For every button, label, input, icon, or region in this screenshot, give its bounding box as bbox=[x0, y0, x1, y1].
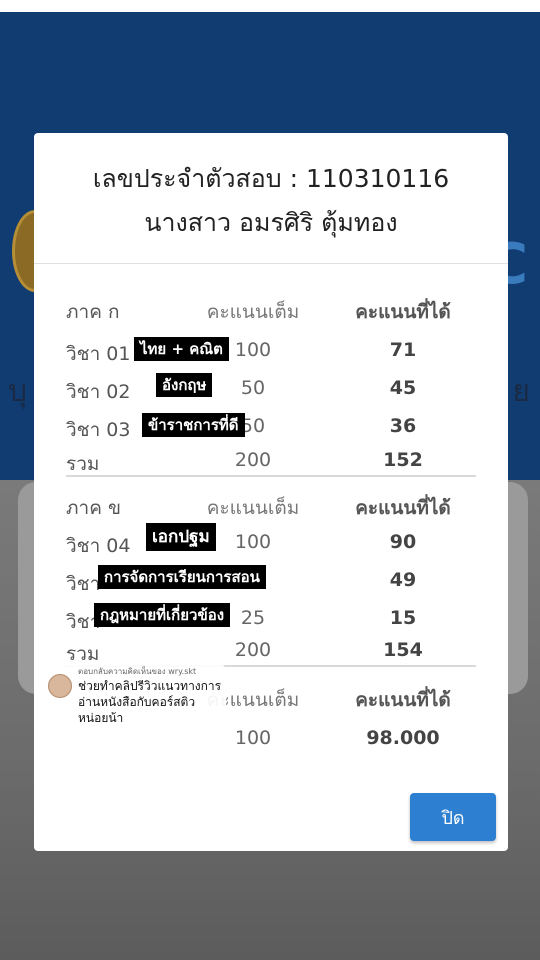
section-b-label: ภาค ข bbox=[66, 497, 121, 519]
total-full-score: 200 bbox=[234, 449, 272, 471]
obtained-score-header: คะแนนที่ได้ bbox=[355, 301, 451, 323]
status-bar bbox=[0, 0, 540, 12]
dialog-header: เลขประจำตัวสอบ : 110310116 นางสาว อมรศิร… bbox=[34, 133, 508, 264]
obtained-score: 90 bbox=[389, 531, 417, 553]
redaction-label: เอกปฐม bbox=[146, 523, 216, 551]
background-text-right: ย bbox=[512, 374, 530, 409]
obtained-score: 71 bbox=[389, 339, 417, 361]
exam-id: เลขประจำตัวสอบ : 110310116 bbox=[92, 164, 450, 193]
redaction-label: ข้าราชการที่ดี bbox=[142, 413, 245, 437]
table-row: วิชา 02 50 45 bbox=[66, 373, 476, 405]
redaction-label: อังกฤษ bbox=[156, 373, 213, 397]
table-row: วิชา 04 100 90 bbox=[66, 527, 476, 559]
total-obtained-score: 154 bbox=[383, 639, 423, 661]
obtained-score: 36 bbox=[389, 415, 417, 437]
close-button[interactable]: ปิด bbox=[410, 793, 496, 841]
section-divider bbox=[66, 475, 476, 477]
comment-reply-sticker: ตอบกลับความคิดเห็นของ wry.skt ช่วยทำคลิป… bbox=[40, 662, 226, 744]
subject-label: วิชา 02 bbox=[66, 381, 131, 403]
candidate-name: นางสาว อมรศิริ ตุ้มทอง bbox=[144, 208, 398, 237]
table-row: วิชา 03 50 36 bbox=[66, 411, 476, 443]
subject-label: วิชา 03 bbox=[66, 419, 131, 441]
background-text-left: บุ bbox=[8, 374, 28, 409]
total-row: รวม 200 152 bbox=[66, 445, 476, 477]
full-score-header: คะแนนเต็ม bbox=[206, 497, 300, 519]
table-row: วิชา 01 100 71 bbox=[66, 335, 476, 367]
obtained-score: 98.000 bbox=[366, 727, 440, 749]
total-full-score: 200 bbox=[234, 639, 272, 661]
avatar bbox=[48, 674, 72, 698]
section-a-label: ภาค ก bbox=[66, 301, 120, 323]
obtained-score: 45 bbox=[389, 377, 417, 399]
redaction-label: กฎหมายที่เกี่ยวข้อง bbox=[94, 603, 231, 627]
obtained-score-header: คะแนนที่ได้ bbox=[355, 689, 451, 711]
comment-message: ช่วยทำคลิปรีวิวแนวทางการอ่านหนังสือกับคอ… bbox=[78, 679, 222, 725]
subject-label: วิชา bbox=[66, 573, 101, 595]
subject-label: วิชา 01 bbox=[66, 343, 131, 365]
obtained-score: 49 bbox=[389, 569, 417, 591]
full-score-header: คะแนนเต็ม bbox=[206, 301, 300, 323]
total-obtained-score: 152 bbox=[383, 449, 423, 471]
redaction-label: การจัดการเรียนการสอน bbox=[98, 565, 266, 589]
obtained-score-header: คะแนนที่ได้ bbox=[355, 497, 451, 519]
redaction-label: ไทย + คณิต bbox=[134, 337, 229, 361]
section-b-header: ภาค ข คะแนนเต็ม คะแนนที่ได้ bbox=[66, 489, 476, 521]
subject-label: วิชา 04 bbox=[66, 535, 131, 557]
obtained-score: 15 bbox=[389, 607, 417, 629]
comment-reply-meta: ตอบกลับความคิดเห็นของ wry.skt bbox=[78, 667, 197, 676]
section-a-header: ภาค ก คะแนนเต็ม คะแนนที่ได้ bbox=[66, 293, 476, 325]
